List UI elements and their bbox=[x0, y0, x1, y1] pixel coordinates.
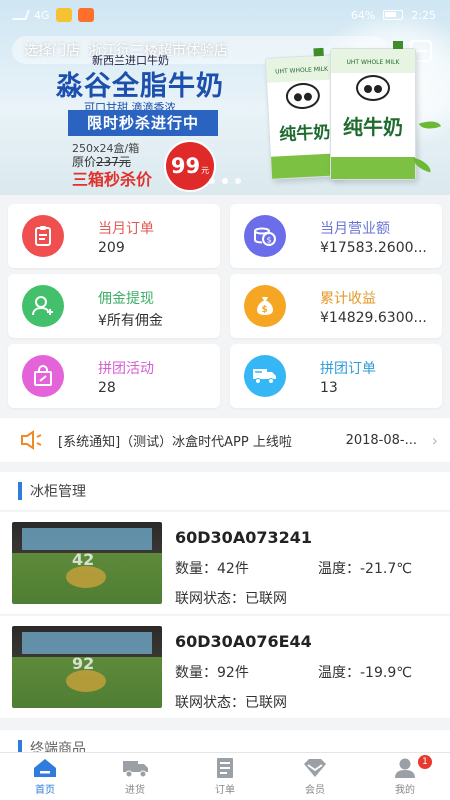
stat-value: 28 bbox=[98, 380, 116, 396]
carton-tiny-text-2: UHT WHOLE MILK bbox=[346, 59, 400, 66]
tab-purchase[interactable]: 进货 bbox=[90, 753, 180, 800]
system-notice-bar[interactable]: [系统通知]（测试）冰盒时代APP 上线啦 2018-08-... › bbox=[0, 418, 450, 462]
stat-value: ¥17583.2600... bbox=[320, 240, 427, 256]
panda-icon bbox=[285, 82, 321, 110]
fridge-section-header: 冰柜管理 bbox=[0, 472, 450, 510]
truck-icon bbox=[244, 355, 286, 397]
stat-title: 当月营业额 bbox=[320, 221, 390, 237]
battery-icon bbox=[383, 10, 404, 20]
price-unit: 元 bbox=[201, 165, 210, 175]
tab-label: 订单 bbox=[215, 785, 235, 796]
fridge-network-status: 联网状态：已联网 bbox=[175, 591, 287, 607]
fridge-temperature: 温度：-21.7℃ bbox=[318, 561, 412, 577]
tab-profile[interactable]: 我的 1 bbox=[360, 753, 450, 800]
stat-card-total-earnings[interactable]: $ 累计收益 ¥14829.6300... bbox=[230, 274, 442, 338]
svg-text:$: $ bbox=[267, 236, 272, 245]
bottom-tab-bar: 首页 进货 订单 会员 我的 1 bbox=[0, 752, 450, 800]
stat-card-group-activity[interactable]: 拼团活动 28 bbox=[8, 344, 220, 408]
stat-title: 佣金提现 bbox=[98, 291, 154, 307]
stat-value: ¥所有佣金 bbox=[98, 313, 163, 329]
carousel-dot-active bbox=[222, 178, 228, 184]
notification-badge: 1 bbox=[418, 755, 432, 769]
tab-label: 进货 bbox=[125, 785, 145, 796]
notification-app-icon-2 bbox=[77, 8, 94, 22]
fridge-id: 60D30A076E44 bbox=[175, 632, 312, 651]
carousel-indicator bbox=[0, 178, 450, 184]
promo-title: 淼谷全脂牛奶 bbox=[56, 71, 224, 102]
status-bar: 4G 64% 2:25 bbox=[0, 0, 450, 30]
notice-text: [系统通知]（测试）冰盒时代APP 上线啦 bbox=[58, 434, 292, 450]
carousel-dot bbox=[235, 178, 241, 184]
tab-members[interactable]: 会员 bbox=[270, 753, 360, 800]
tab-orders[interactable]: 订单 bbox=[180, 753, 270, 800]
clock: 2:25 bbox=[411, 8, 436, 22]
notice-date: 2018-08-... bbox=[345, 432, 417, 448]
battery-percent: 64% bbox=[350, 8, 376, 22]
stat-value: ¥14829.6300... bbox=[320, 310, 427, 326]
home-icon bbox=[32, 757, 58, 779]
user-add-icon bbox=[22, 285, 64, 327]
fridge-network-status: 联网状态：已联网 bbox=[175, 695, 287, 711]
panda-icon bbox=[356, 75, 390, 101]
stat-card-monthly-revenue[interactable]: $ 当月营业额 ¥17583.2600... bbox=[230, 204, 442, 268]
tab-home[interactable]: 首页 bbox=[0, 753, 90, 800]
price-value: 99 bbox=[170, 154, 201, 178]
stat-title: 拼团订单 bbox=[320, 361, 376, 377]
fridge-photo-number: 92 bbox=[72, 654, 95, 673]
section-title: 冰柜管理 bbox=[30, 484, 86, 500]
diamond-icon bbox=[302, 757, 328, 779]
fridge-quantity: 数量：92件 bbox=[175, 665, 249, 681]
milk-carton-image-2: UHT WHOLE MILK 纯牛奶 bbox=[330, 41, 416, 180]
section-accent-bar bbox=[18, 740, 22, 752]
section-accent-bar bbox=[18, 482, 22, 500]
tab-label: 首页 bbox=[35, 785, 55, 796]
fridge-quantity: 数量：42件 bbox=[175, 561, 249, 577]
price-badge: 99 元 bbox=[164, 140, 216, 192]
fridge-photo: 92 bbox=[12, 626, 162, 708]
bag-icon bbox=[22, 355, 64, 397]
stat-card-commission[interactable]: 佣金提现 ¥所有佣金 bbox=[8, 274, 220, 338]
fridge-list-item[interactable]: 42 60D30A073241 数量：42件 温度：-21.7℃ 联网状态：已联… bbox=[0, 512, 450, 614]
fridge-list-item[interactable]: 92 60D30A076E44 数量：92件 温度：-19.9℃ 联网状态：已联… bbox=[0, 616, 450, 718]
fridge-photo: 42 bbox=[12, 522, 162, 604]
fridge-temperature: 温度：-19.9℃ bbox=[318, 665, 412, 681]
stat-value: 13 bbox=[320, 380, 338, 396]
stat-title: 拼团活动 bbox=[98, 361, 154, 377]
fridge-photo-number: 42 bbox=[72, 550, 95, 569]
clipboard-icon bbox=[22, 215, 64, 257]
carousel-dot bbox=[209, 178, 215, 184]
tab-label: 我的 bbox=[395, 785, 415, 796]
promo-banner[interactable]: 4G 64% 2:25 选择门店 浙江行二楼超市体验店 新西兰进口牛奶 淼谷全脂… bbox=[0, 0, 450, 195]
person-icon bbox=[392, 757, 418, 779]
carton-label-2: 纯牛奶 bbox=[343, 115, 403, 139]
next-section-header: 终端商品 bbox=[0, 730, 450, 752]
speaker-icon bbox=[20, 430, 44, 450]
tab-label: 会员 bbox=[305, 785, 325, 796]
order-list-icon bbox=[212, 757, 238, 779]
coins-icon: $ bbox=[244, 215, 286, 257]
stat-title: 累计收益 bbox=[320, 291, 376, 307]
promo-ribbon: 限时秒杀进行中 bbox=[68, 110, 218, 136]
truck-icon bbox=[122, 757, 148, 779]
section-title: 终端商品 bbox=[30, 741, 86, 752]
money-bag-icon: $ bbox=[244, 285, 286, 327]
store-selector-label: 选择门店 bbox=[24, 43, 80, 59]
stat-card-monthly-orders[interactable]: 当月订单 209 bbox=[8, 204, 220, 268]
stat-card-group-orders[interactable]: 拼团订单 13 bbox=[230, 344, 442, 408]
fridge-id: 60D30A073241 bbox=[175, 528, 312, 547]
network-type: 4G bbox=[34, 8, 50, 22]
chevron-right-icon: › bbox=[431, 430, 438, 450]
svg-text:$: $ bbox=[262, 305, 268, 315]
signal-icon bbox=[12, 10, 30, 20]
stat-title: 当月订单 bbox=[98, 221, 154, 237]
notification-app-icon bbox=[55, 8, 72, 22]
stat-value: 209 bbox=[98, 240, 125, 256]
